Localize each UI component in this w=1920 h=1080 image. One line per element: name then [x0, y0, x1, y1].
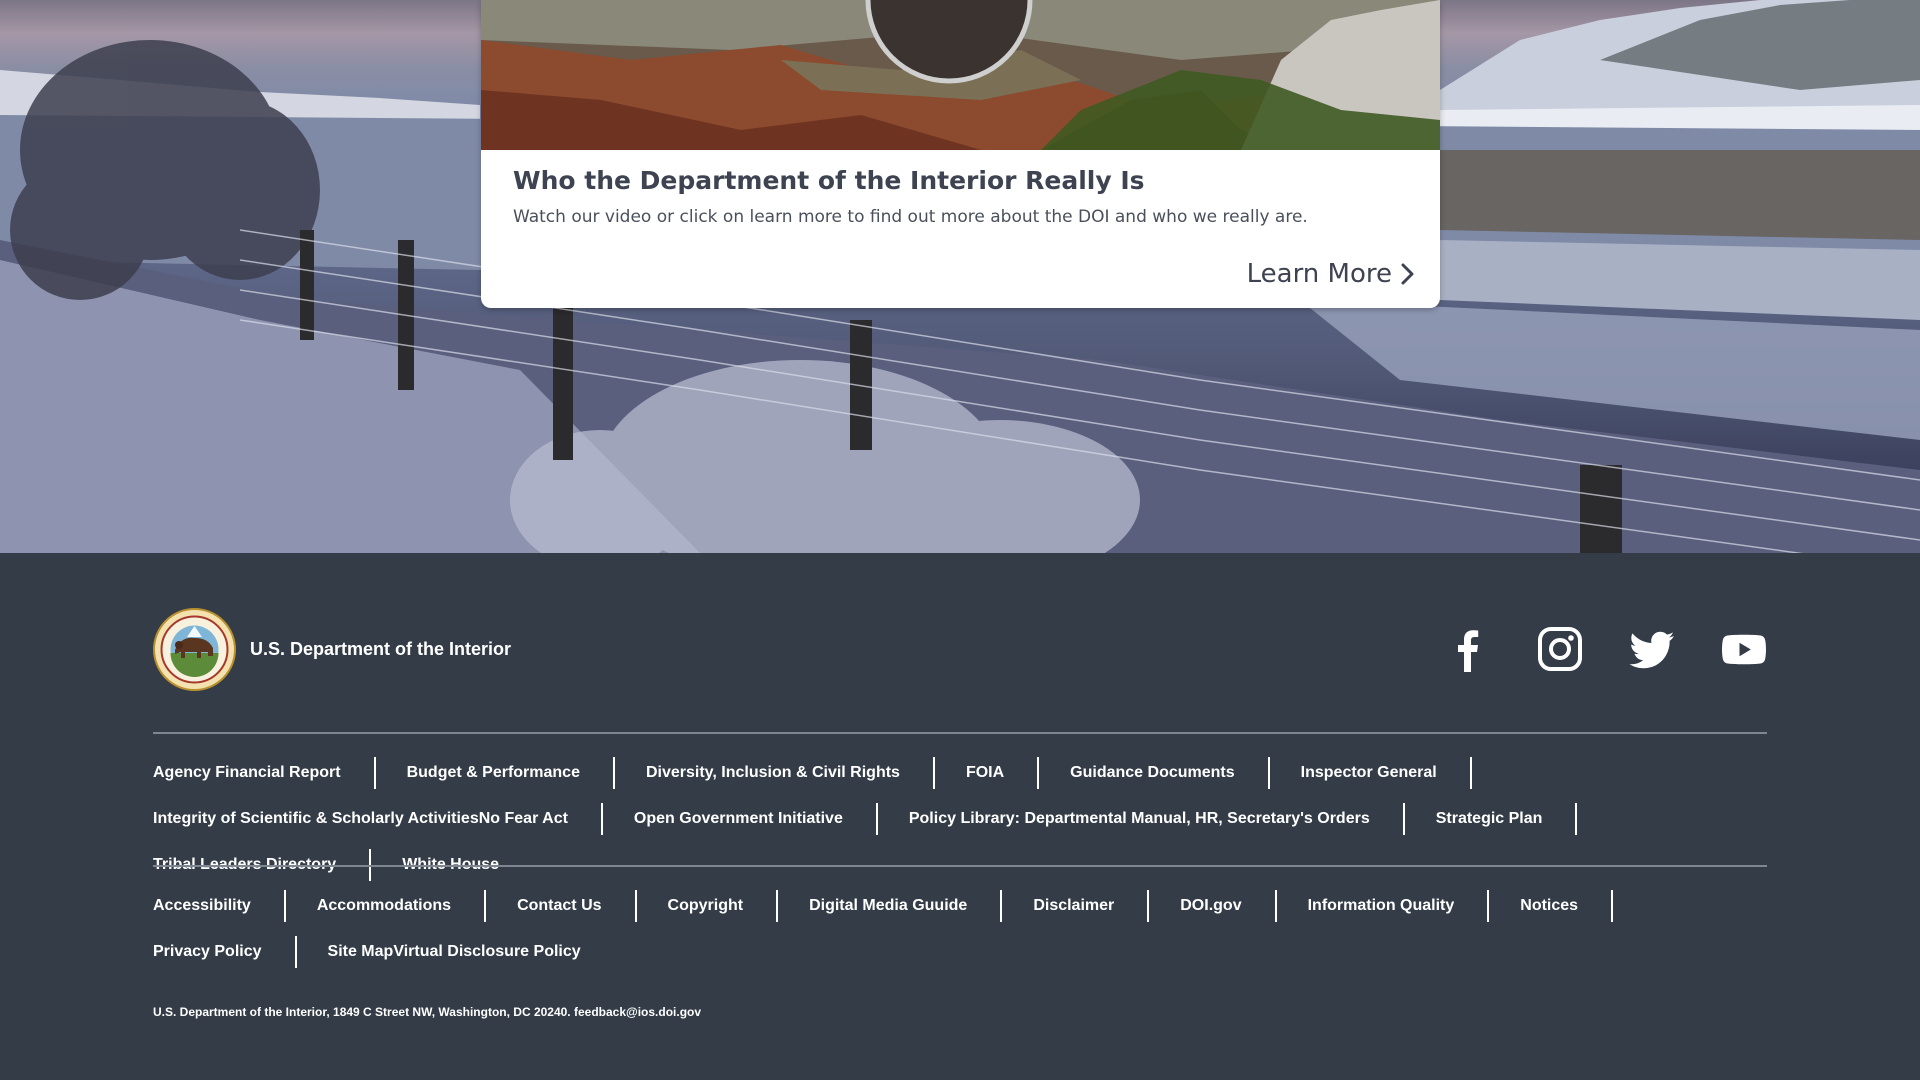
footer-link-copyright[interactable]: Copyright [668, 890, 779, 922]
video-card: Who the Department of the Interior Reall… [481, 0, 1440, 308]
learn-more-label: Learn More [1246, 259, 1392, 289]
footer-link-no-fear-act[interactable]: No Fear Act [479, 803, 603, 835]
footer-link-accommodations[interactable]: Accommodations [317, 890, 487, 922]
footer-link-contact-us[interactable]: Contact Us [517, 890, 637, 922]
footer-link-information-quality[interactable]: Information Quality [1308, 890, 1490, 922]
footer-link-scientific-integrity[interactable]: Integrity of Scientific & Scholarly Acti… [153, 803, 479, 835]
footer-link-open-government[interactable]: Open Government Initiative [634, 803, 878, 835]
footer-link-agency-financial-report[interactable]: Agency Financial Report [153, 757, 376, 789]
footer-link-digital-media-guide[interactable]: Digital Media Guuide [809, 890, 1003, 922]
instagram-icon [1538, 627, 1582, 671]
footer-divider-bottom [153, 865, 1767, 867]
footer-secondary-links: Accessibility Accommodations Contact Us … [153, 884, 1767, 976]
chevron-right-icon [1401, 263, 1414, 285]
footer-address: U.S. Department of the Interior, 1849 C … [153, 1005, 702, 1019]
card-title: Who the Department of the Interior Reall… [513, 166, 1145, 195]
footer-link-guidance-documents[interactable]: Guidance Documents [1070, 757, 1270, 789]
card-description: Watch our video or click on learn more t… [513, 207, 1308, 227]
social-links [1445, 626, 1767, 672]
doi-seal-icon [153, 608, 236, 691]
footer-link-strategic-plan[interactable]: Strategic Plan [1436, 803, 1578, 835]
footer-link-foia[interactable]: FOIA [966, 757, 1040, 789]
footer-link-diversity-inclusion[interactable]: Diversity, Inclusion & Civil Rights [646, 757, 935, 789]
footer-link-site-map[interactable]: Site Map [328, 936, 394, 968]
facebook-link[interactable] [1445, 626, 1491, 672]
twitter-link[interactable] [1629, 626, 1675, 672]
video-thumbnail[interactable] [481, 0, 1440, 150]
footer-link-budget-performance[interactable]: Budget & Performance [407, 757, 615, 789]
youtube-link[interactable] [1721, 626, 1767, 672]
footer-link-doi-gov[interactable]: DOI.gov [1180, 890, 1277, 922]
twitter-icon [1629, 631, 1674, 669]
agency-name: U.S. Department of the Interior [250, 639, 512, 659]
footer-link-inspector-general[interactable]: Inspector General [1301, 757, 1472, 789]
footer-link-virtual-disclosure[interactable]: Virtual Disclosure Policy [393, 936, 580, 968]
instagram-link[interactable] [1537, 626, 1583, 672]
footer-primary-links: Agency Financial Report Budget & Perform… [153, 751, 1767, 889]
site-footer: U.S. Department of the Interior Agency F… [0, 553, 1920, 1080]
footer-link-privacy-policy[interactable]: Privacy Policy [153, 936, 297, 968]
footer-link-policy-library[interactable]: Policy Library: Departmental Manual, HR,… [909, 803, 1405, 835]
facebook-icon [1458, 630, 1479, 672]
learn-more-link[interactable]: Learn More [1247, 259, 1416, 289]
youtube-icon [1722, 634, 1766, 665]
footer-link-disclaimer[interactable]: Disclaimer [1033, 890, 1150, 922]
footer-link-notices[interactable]: Notices [1520, 890, 1614, 922]
footer-link-accessibility[interactable]: Accessibility [153, 890, 286, 922]
footer-divider-top [153, 732, 1767, 734]
footer-brand[interactable]: U.S. Department of the Interior [153, 608, 511, 691]
